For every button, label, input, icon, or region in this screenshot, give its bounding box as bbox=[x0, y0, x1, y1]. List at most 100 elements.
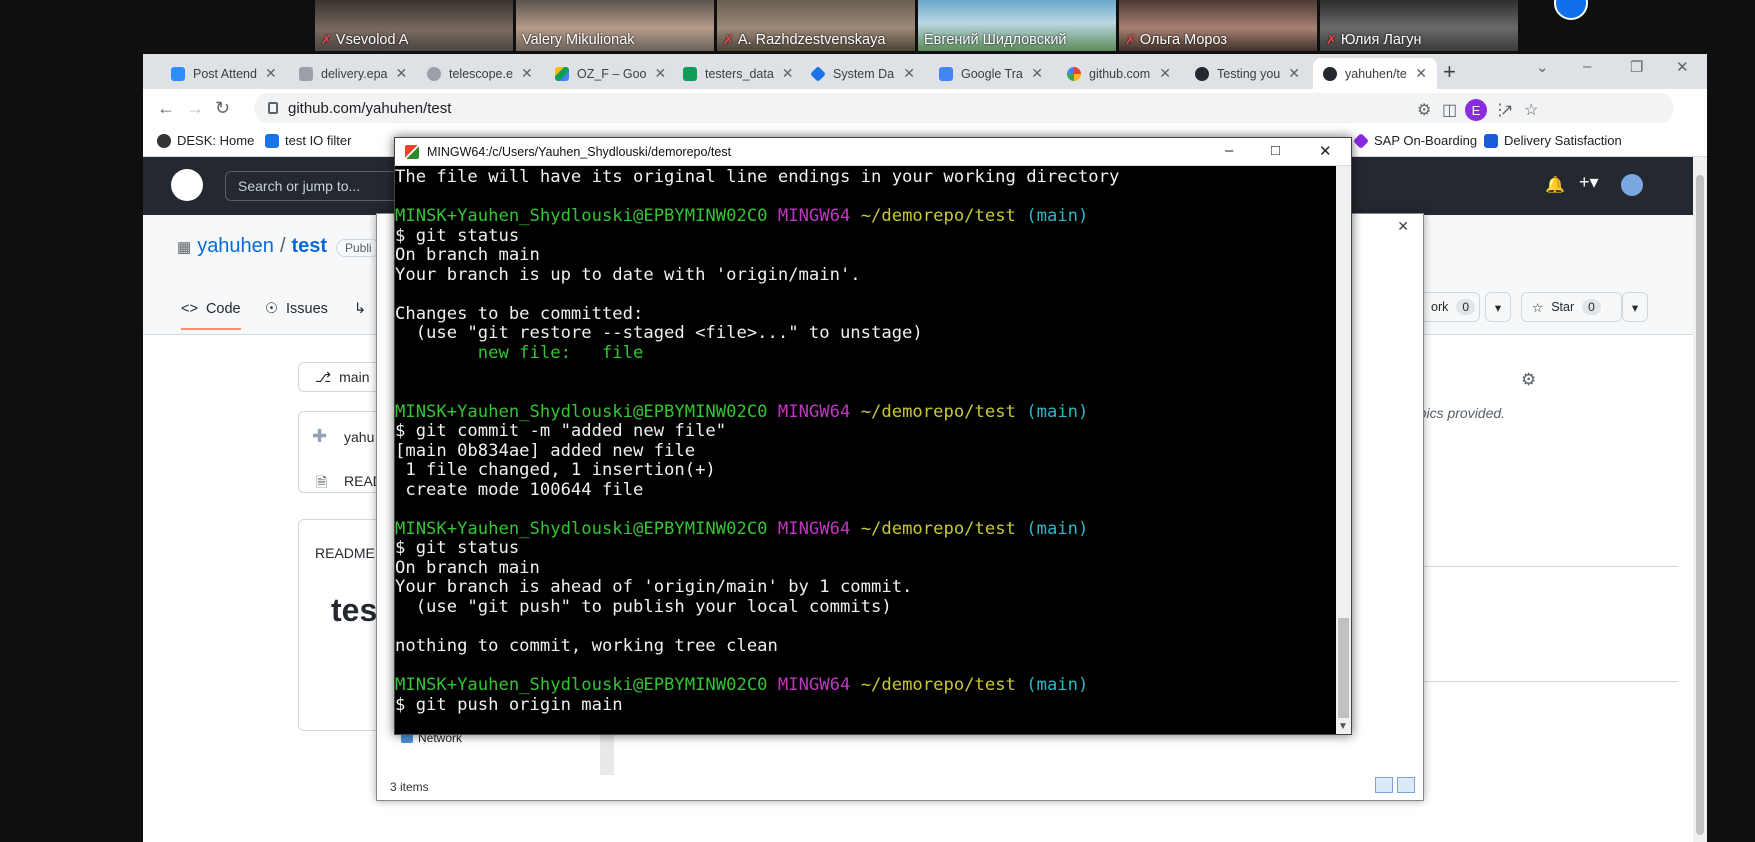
browser-tab[interactable]: Post Attend ✕ bbox=[161, 58, 285, 89]
participant-name: Евгений Шидловский bbox=[924, 32, 1067, 48]
tab-close-icon[interactable]: ✕ bbox=[1415, 65, 1427, 82]
bookmark-item[interactable]: test IO filter bbox=[265, 133, 351, 148]
bookmark-item[interactable]: DESK: Home bbox=[157, 133, 254, 148]
page-scrollbar[interactable] bbox=[1693, 157, 1707, 842]
repo-owner-link[interactable]: yahuhen bbox=[197, 235, 274, 258]
minimize-icon[interactable]: – bbox=[1583, 58, 1591, 75]
star-button[interactable]: ☆ Star 0 bbox=[1521, 292, 1622, 322]
participant-tile-active-speaker[interactable]: Евгений Шидловский bbox=[918, 0, 1116, 51]
repo-title: ▦ yahuhen / test bbox=[177, 235, 327, 258]
tab-close-icon[interactable]: ✕ bbox=[1288, 65, 1300, 82]
tab-close-icon[interactable]: ✕ bbox=[395, 65, 407, 82]
url-text: github.com/yahuhen/test bbox=[288, 99, 452, 117]
notifications-bell-icon[interactable]: 🔔 bbox=[1545, 175, 1565, 195]
prompt-path: ~/demorepo/test bbox=[860, 206, 1016, 227]
side-panel-icon[interactable]: ◫ bbox=[1442, 100, 1457, 120]
forward-icon[interactable]: → bbox=[186, 98, 204, 119]
new-tab-icon[interactable]: + bbox=[1443, 59, 1456, 85]
browser-tab[interactable]: telescope.e ✕ bbox=[417, 58, 541, 89]
fork-button[interactable]: ork 0 bbox=[1420, 292, 1480, 322]
back-icon[interactable]: ← bbox=[157, 98, 175, 119]
participant-name: Vsevolod A bbox=[335, 32, 409, 48]
bookmark-label: test IO filter bbox=[285, 133, 352, 148]
close-window-icon[interactable]: ✕ bbox=[1676, 58, 1689, 76]
branch-selector[interactable]: ⎇ main bbox=[298, 362, 384, 392]
prompt-path: ~/demorepo/test bbox=[860, 518, 1016, 539]
bookmark-favicon-icon bbox=[1484, 133, 1498, 148]
participant-tile[interactable]: ✗ Ольга Мороз bbox=[1119, 0, 1317, 51]
profile-avatar[interactable]: E bbox=[1465, 99, 1487, 121]
about-settings-gear-icon[interactable]: ⚙ bbox=[1521, 370, 1536, 390]
minimize-icon[interactable]: – bbox=[1225, 142, 1233, 159]
large-icons-view-icon[interactable] bbox=[1397, 777, 1415, 793]
terminal-output[interactable]: The file will have its original line end… bbox=[395, 166, 1337, 734]
tab-close-icon[interactable]: ✕ bbox=[1031, 65, 1043, 82]
fork-dropdown[interactable]: ▾ bbox=[1485, 292, 1511, 322]
browser-tab[interactable]: OZ_F – Goo ✕ bbox=[545, 58, 669, 89]
star-icon: ☆ bbox=[1532, 300, 1544, 315]
tab-search-icon[interactable]: ⌄ bbox=[1536, 58, 1549, 76]
participant-tile[interactable]: ✗ A. Razhdzestvenskaya bbox=[717, 0, 915, 51]
bookmark-item[interactable]: Delivery Satisfaction bbox=[1484, 133, 1622, 148]
bookmark-star-icon[interactable]: ☆ bbox=[1524, 100, 1538, 120]
tab-code[interactable]: <> Code bbox=[181, 301, 241, 330]
close-icon[interactable]: ✕ bbox=[1397, 218, 1409, 235]
restore-icon[interactable]: ❐ bbox=[1630, 58, 1643, 76]
branch-icon: ⎇ bbox=[315, 368, 332, 385]
extensions-icon[interactable]: ⚙ bbox=[1417, 100, 1431, 120]
tab-close-icon[interactable]: ✕ bbox=[903, 65, 915, 82]
prompt-line: MINSK+Yauhen_Shydlouski@EPBYMINW02C0 MIN… bbox=[395, 518, 1337, 540]
terminal-scrollbar[interactable]: ▼ bbox=[1336, 166, 1351, 734]
github-search-input[interactable]: Search or jump to... bbox=[225, 171, 405, 201]
bookmark-favicon-icon bbox=[1353, 132, 1369, 149]
participant-tile[interactable]: ✗ Vsevolod A bbox=[315, 0, 513, 51]
create-new-icon[interactable]: +▾ bbox=[1579, 172, 1599, 193]
github-logo-icon[interactable] bbox=[171, 169, 203, 201]
tab-issues[interactable]: ☉ Issues bbox=[265, 301, 328, 317]
scrollbar-thumb[interactable] bbox=[1696, 175, 1704, 835]
participant-tile[interactable]: Valery Mikulionak bbox=[516, 0, 714, 51]
bookmark-label: Delivery Satisfaction bbox=[1504, 133, 1622, 148]
staged-file-line: new file: file bbox=[395, 342, 644, 363]
prompt-shell: MINGW64 bbox=[777, 206, 851, 227]
browser-tab[interactable]: System Da ✕ bbox=[801, 58, 925, 89]
browser-tab[interactable]: delivery.epa ✕ bbox=[289, 58, 413, 89]
fork-label: ork bbox=[1431, 300, 1449, 314]
tab-close-icon[interactable]: ✕ bbox=[654, 65, 666, 82]
tab-close-icon[interactable]: ✕ bbox=[521, 65, 533, 82]
browser-tab[interactable]: github.com ✕ bbox=[1057, 58, 1181, 89]
tab-close-icon[interactable]: ✕ bbox=[782, 65, 794, 82]
terminal-titlebar[interactable]: MINGW64:/c/Users/Yauhen_Shydlouski/demor… bbox=[395, 138, 1351, 166]
tab-close-icon[interactable]: ✕ bbox=[1159, 65, 1171, 82]
lock-icon bbox=[268, 102, 278, 114]
star-dropdown[interactable]: ▾ bbox=[1622, 292, 1648, 322]
zoom-floating-button[interactable] bbox=[1554, 0, 1588, 20]
close-icon[interactable]: ✕ bbox=[1319, 142, 1332, 160]
scrollbar-thumb[interactable] bbox=[1338, 618, 1349, 718]
participant-tile[interactable]: ✗ Юлия Лагун bbox=[1320, 0, 1518, 51]
details-view-icon[interactable] bbox=[1375, 777, 1393, 793]
reload-icon[interactable]: ↻ bbox=[215, 98, 230, 119]
output-line: The file will have its original line end… bbox=[395, 167, 1120, 187]
browser-tab[interactable]: Testing you ✕ bbox=[1185, 58, 1309, 89]
star-count: 0 bbox=[1582, 299, 1601, 315]
maximize-icon[interactable]: □ bbox=[1271, 142, 1280, 159]
browser-tab-active[interactable]: yahuhen/te ✕ bbox=[1313, 58, 1437, 89]
nav-pane-scrollbar[interactable] bbox=[600, 731, 614, 775]
commit-owner[interactable]: yahu bbox=[344, 429, 374, 445]
tab-title: github.com bbox=[1089, 66, 1151, 81]
browser-tab[interactable]: testers_data ✕ bbox=[673, 58, 797, 89]
browser-menu-icon[interactable]: ⋮ bbox=[1492, 100, 1508, 120]
file-icon: 🗎 bbox=[316, 474, 328, 490]
scroll-down-icon[interactable]: ▼ bbox=[1338, 721, 1348, 732]
user-avatar[interactable] bbox=[1621, 174, 1643, 196]
bookmark-item[interactable]: SAP On-Boarding bbox=[1353, 132, 1477, 149]
mic-muted-icon: ✗ bbox=[723, 32, 734, 47]
address-bar[interactable]: github.com/yahuhen/test bbox=[254, 93, 1674, 123]
repo-name-link[interactable]: test bbox=[292, 235, 328, 258]
browser-tab[interactable]: Google Tra ✕ bbox=[929, 58, 1053, 89]
tab-pull-requests[interactable]: ↳ bbox=[354, 301, 366, 317]
tab-close-icon[interactable]: ✕ bbox=[265, 65, 277, 82]
